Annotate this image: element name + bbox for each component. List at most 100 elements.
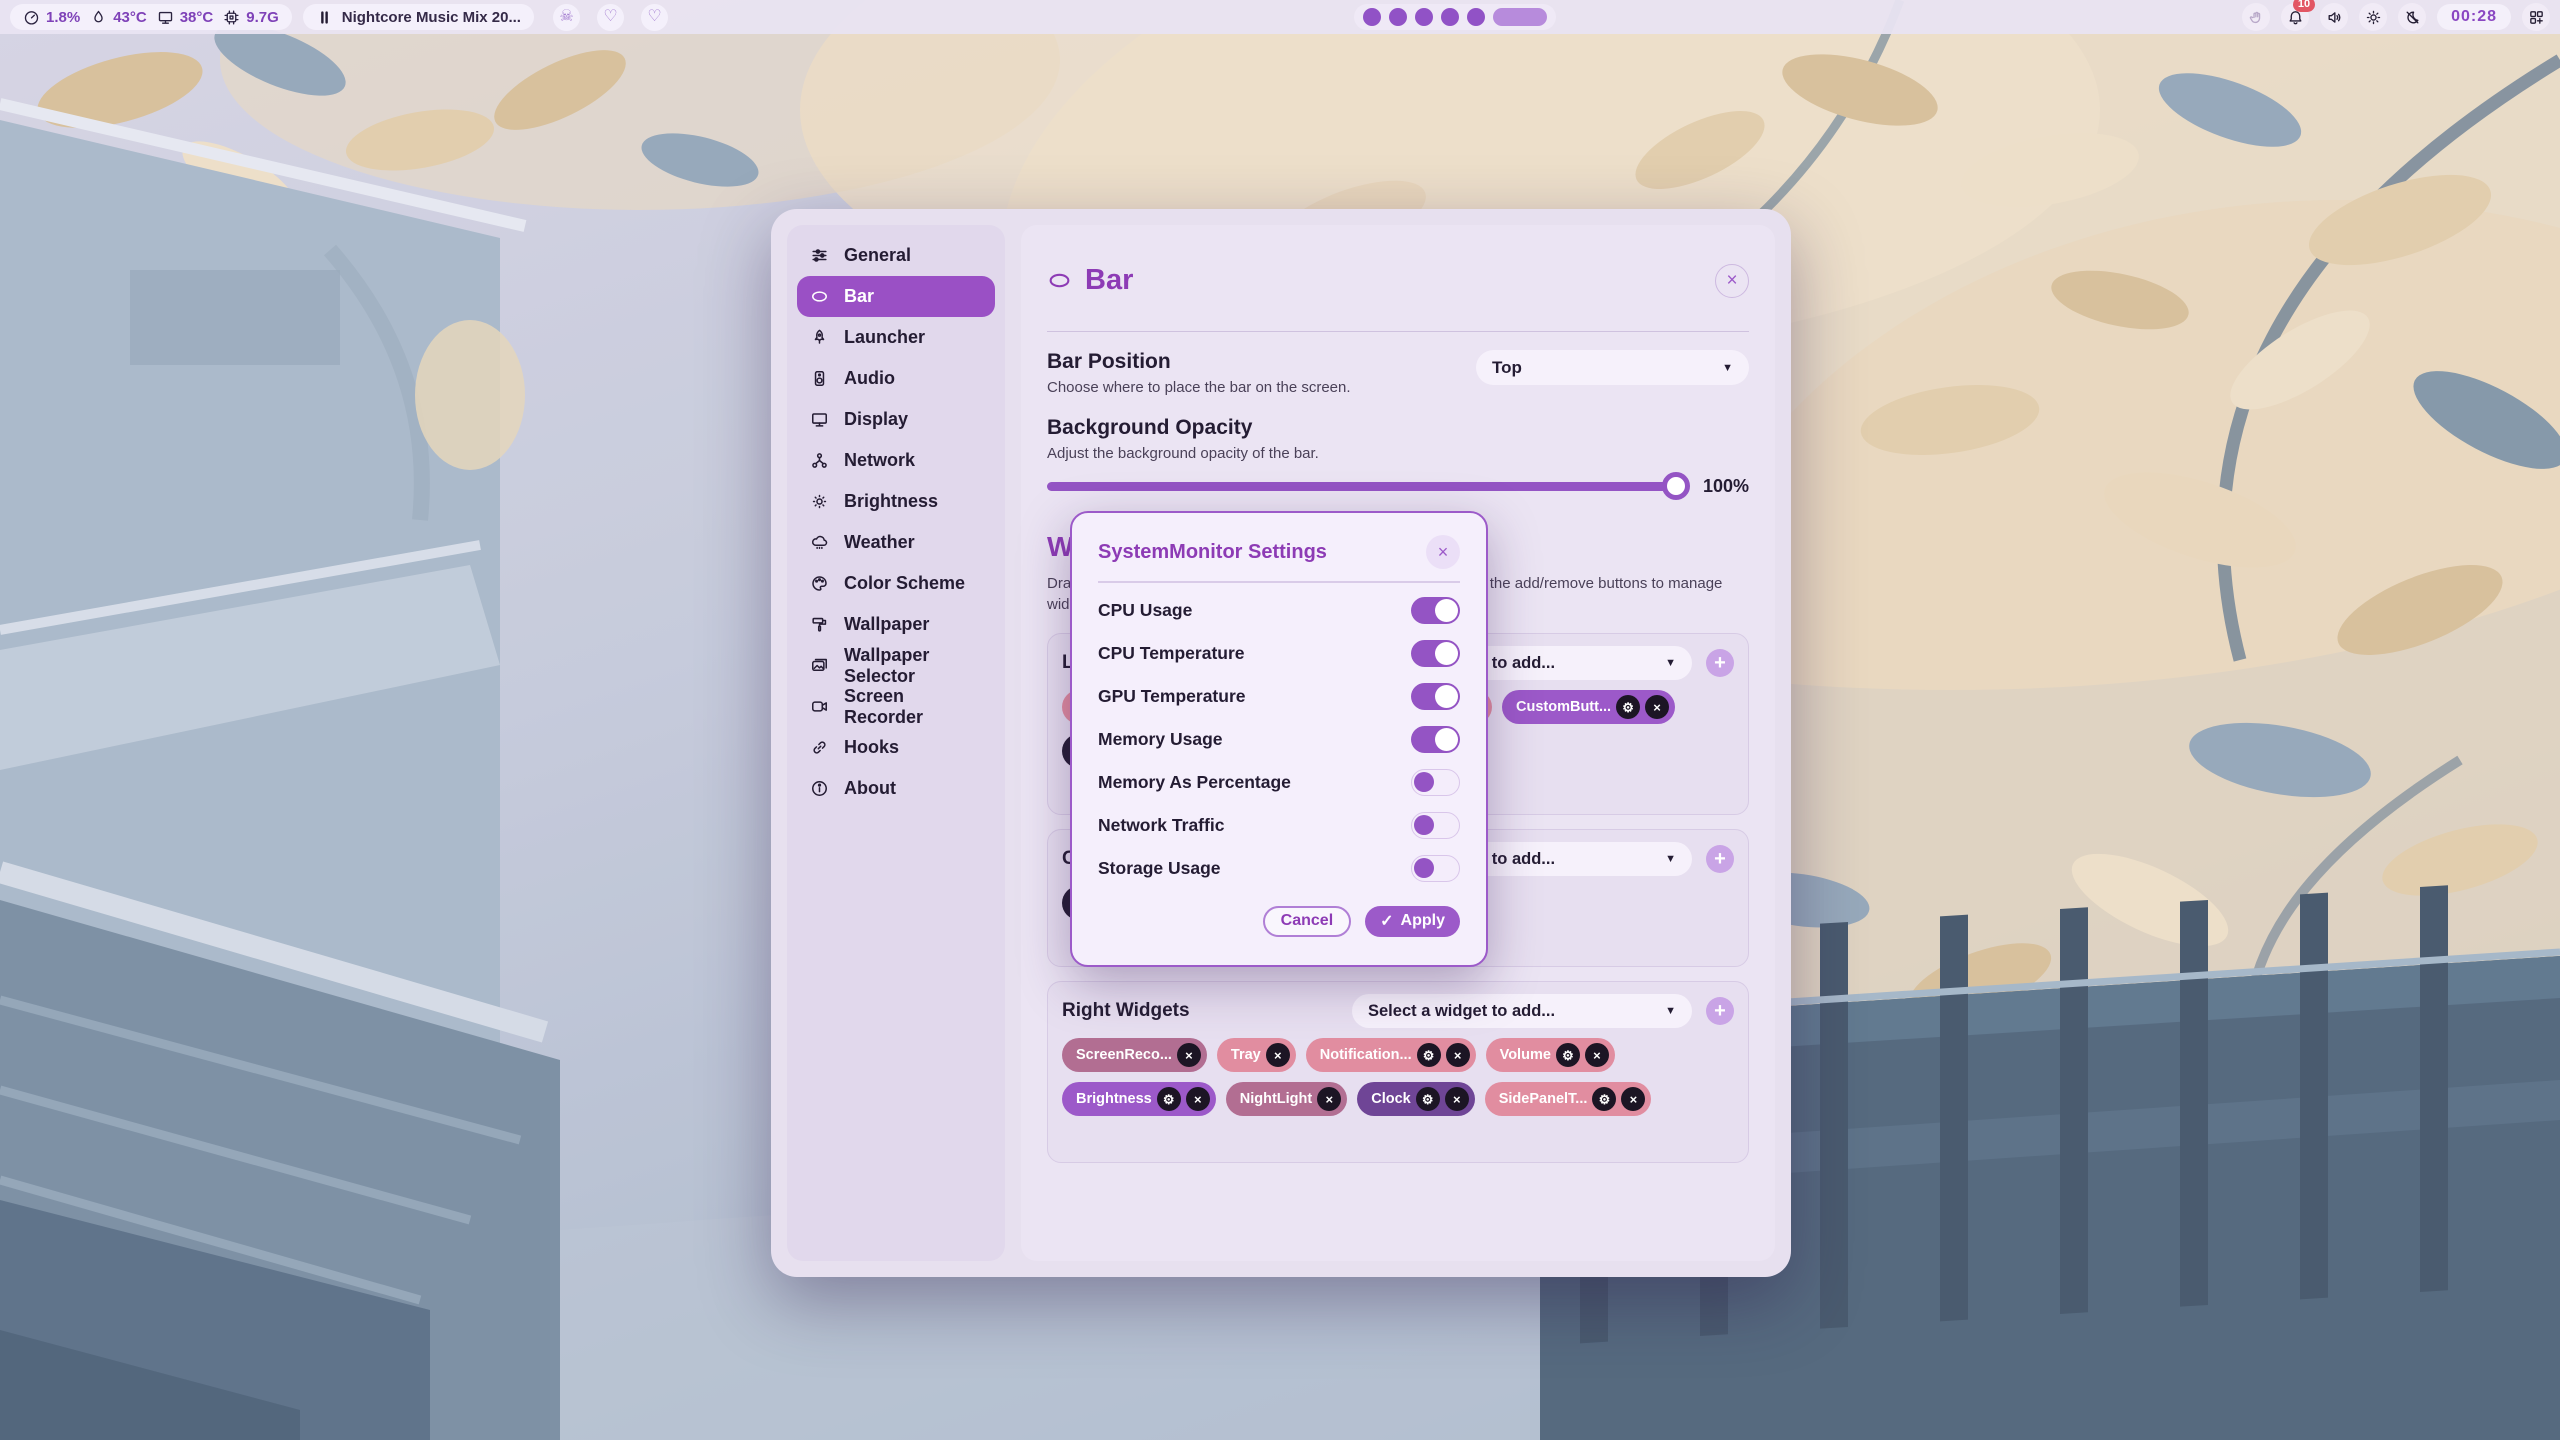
toggle-switch-cpu-usage[interactable] [1411,597,1460,624]
widget-chip[interactable]: CustomButt...⚙× [1502,690,1675,724]
widget-chip[interactable]: Volume⚙× [1486,1038,1615,1072]
widget-gear-button[interactable]: ⚙ [1616,695,1640,719]
notifications-button[interactable]: 10 [2281,3,2309,31]
add-widget-button[interactable]: + [1706,845,1734,873]
widget-gear-button[interactable]: ⚙ [1416,1087,1440,1111]
palette-icon [810,574,829,593]
widget-remove-button[interactable]: × [1645,695,1669,719]
widget-chip[interactable]: NightLight× [1226,1082,1347,1116]
roller-icon [810,615,829,634]
widget-chip-label: SidePanelT... [1499,1091,1588,1107]
toggle-switch-storage-usage[interactable] [1411,855,1460,882]
sidebar-item-display[interactable]: Display [797,399,995,440]
workspace-active-pill[interactable] [1493,8,1547,26]
widget-chip[interactable]: ScreenReco...× [1062,1038,1207,1072]
widget-remove-button[interactable]: × [1317,1087,1341,1111]
clock-widget[interactable]: 00:28 [2437,4,2511,30]
toggle-switch-memory-usage[interactable] [1411,726,1460,753]
sidebar-item-wallpaper[interactable]: Wallpaper [797,604,995,645]
bar-position-description: Choose where to place the bar on the scr… [1047,379,1351,396]
toggle-switch-network-traffic[interactable] [1411,812,1460,839]
skull-icon: ☠ [559,9,573,25]
widget-section-right-widgets: Right WidgetsSelect a widget to add...▼+… [1047,981,1749,1163]
sidebar-item-color-scheme[interactable]: Color Scheme [797,563,995,604]
widget-remove-button[interactable]: × [1585,1043,1609,1067]
heart-button[interactable]: ♡ [597,4,624,31]
widget-chip[interactable]: Notification...⚙× [1306,1038,1476,1072]
widget-remove-button[interactable]: × [1446,1043,1470,1067]
sidebar-item-bar[interactable]: Bar [797,276,995,317]
gpu-temp-stat: 38°C [157,9,214,26]
modal-close-button[interactable]: × [1426,535,1460,569]
bar-position-dropdown[interactable]: Top ▼ [1476,350,1749,385]
widget-chip-row: ScreenReco...×Tray×Notification...⚙×Volu… [1062,1038,1734,1072]
top-bar-left: 1.8%43°C38°C9.7G Nightcore Music Mix 20.… [10,4,668,31]
sidebar-nav: General BarLauncherAudio Display NetworkBri… [787,225,1005,1261]
sidebar-item-label: General [844,245,911,266]
workspace-dot[interactable] [1389,8,1407,26]
apply-button[interactable]: ✓ Apply [1365,906,1460,937]
widget-gear-button[interactable]: ⚙ [1417,1043,1441,1067]
background-opacity-label: Background Opacity [1047,416,1749,440]
brightness-button[interactable] [2359,3,2387,31]
media-player-widget[interactable]: Nightcore Music Mix 20... [303,4,534,30]
widget-chip-label: Clock [1371,1091,1411,1107]
toggle-label: Network Traffic [1098,815,1224,836]
background-opacity-setting: Background Opacity Adjust the background… [1047,416,1749,497]
toggle-switch-memory-as-percentage[interactable] [1411,769,1460,796]
widget-remove-button[interactable]: × [1266,1043,1290,1067]
sidebar-item-about[interactable]: About [797,768,995,809]
sidebar-item-wallpaper-selector[interactable]: Wallpaper Selector [797,645,995,686]
widget-gear-button[interactable]: ⚙ [1556,1043,1580,1067]
opacity-slider-knob[interactable] [1662,472,1690,500]
speaker-icon [810,369,829,388]
sidebar-item-brightness[interactable]: Brightness [797,481,995,522]
chevron-down-icon: ▼ [1722,362,1733,374]
sidebar-item-label: Display [844,409,908,430]
nightlight-button[interactable] [2398,3,2426,31]
add-widget-dropdown[interactable]: Select a widget to add...▼ [1352,994,1692,1028]
widget-remove-button[interactable]: × [1445,1087,1469,1111]
widget-remove-button[interactable]: × [1177,1043,1201,1067]
display-icon [810,410,829,429]
workspace-indicator [1354,4,1556,30]
skull-button[interactable]: ☠ [553,4,580,31]
link-icon [810,738,829,757]
heart-button[interactable]: ♡ [641,4,668,31]
sidebar-item-audio[interactable]: Audio [797,358,995,399]
sidebar-item-launcher[interactable]: Launcher [797,317,995,358]
widget-chip[interactable]: Clock ⚙× [1357,1082,1475,1116]
toggle-switch-cpu-temperature[interactable] [1411,640,1460,667]
sidebar-item-weather[interactable]: Weather [797,522,995,563]
widget-chip[interactable]: Brightness⚙× [1062,1082,1216,1116]
sidebar-item-screen-recorder[interactable]: Screen Recorder [797,686,995,727]
sidebar-item-hooks[interactable]: Hooks [797,727,995,768]
widget-remove-button[interactable]: × [1621,1087,1645,1111]
window-close-button[interactable]: × [1715,264,1749,298]
widget-chip-label: Tray [1231,1047,1261,1063]
cpu-usage-value: 1.8% [46,9,80,26]
widget-chip[interactable]: Tray × [1217,1038,1296,1072]
record-button[interactable] [2242,3,2270,31]
widget-gear-button[interactable]: ⚙ [1592,1087,1616,1111]
volume-button[interactable] [2320,3,2348,31]
desktop: 1.8%43°C38°C9.7G Nightcore Music Mix 20.… [0,0,2560,1440]
add-widget-button[interactable]: + [1706,997,1734,1025]
sidebar-item-general[interactable]: General [797,235,995,276]
page-title: Bar [1085,264,1702,297]
sidebar-item-network[interactable]: Network [797,440,995,481]
workspace-dot[interactable] [1441,8,1459,26]
overview-button[interactable] [2522,3,2550,31]
gpu-temp-value: 38°C [180,9,214,26]
opacity-slider[interactable] [1047,482,1687,491]
cancel-button[interactable]: Cancel [1263,906,1351,937]
widget-gear-button[interactable]: ⚙ [1157,1087,1181,1111]
widget-remove-button[interactable]: × [1186,1087,1210,1111]
add-widget-button[interactable]: + [1706,649,1734,677]
workspace-dot[interactable] [1363,8,1381,26]
workspace-dot[interactable] [1415,8,1433,26]
toggle-switch-gpu-temperature[interactable] [1411,683,1460,710]
widget-chip[interactable]: SidePanelT...⚙× [1485,1082,1652,1116]
toggle-row-memory-usage: Memory Usage [1098,718,1460,761]
workspace-dot[interactable] [1467,8,1485,26]
